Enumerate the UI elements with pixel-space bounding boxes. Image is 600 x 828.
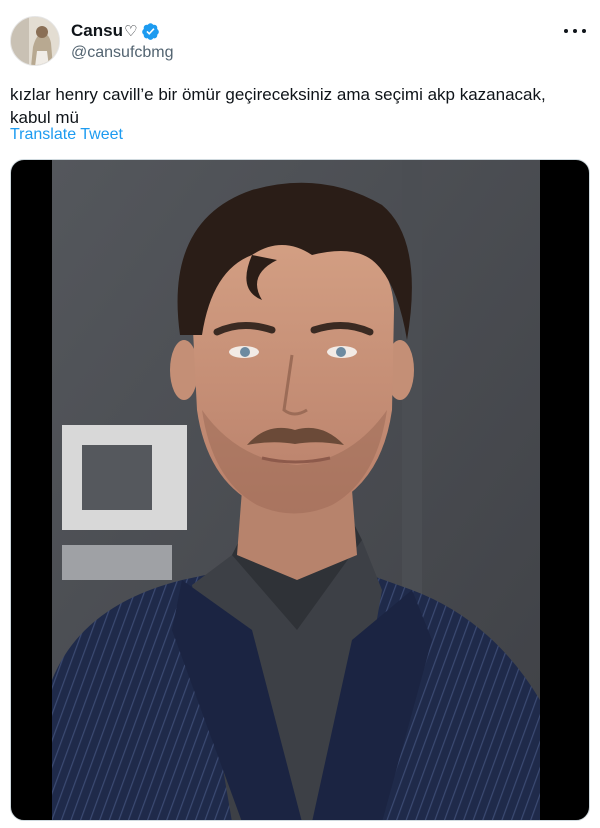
display-name[interactable]: Cansu	[71, 21, 123, 41]
tweet-media[interactable]	[10, 159, 590, 821]
verified-badge-icon	[141, 22, 160, 41]
heart-icon: ♡	[123, 23, 138, 40]
user-names: Cansu ♡ @cansufcbmg	[71, 20, 174, 62]
dot	[564, 29, 568, 33]
user-handle[interactable]: @cansufcbmg	[71, 44, 174, 62]
profile-avatar[interactable]	[10, 16, 60, 66]
portrait-photo	[52, 160, 540, 820]
translate-tweet-link[interactable]: Translate Tweet	[10, 126, 123, 144]
dot	[582, 29, 586, 33]
more-options-icon[interactable]	[564, 20, 586, 42]
display-name-row[interactable]: Cansu ♡	[71, 20, 174, 42]
dot	[573, 29, 577, 33]
tweet-text: kızlar henry cavill’e bir ömür geçirecek…	[10, 85, 546, 127]
tweet-header: Cansu ♡ @cansufcbmg	[10, 16, 590, 68]
